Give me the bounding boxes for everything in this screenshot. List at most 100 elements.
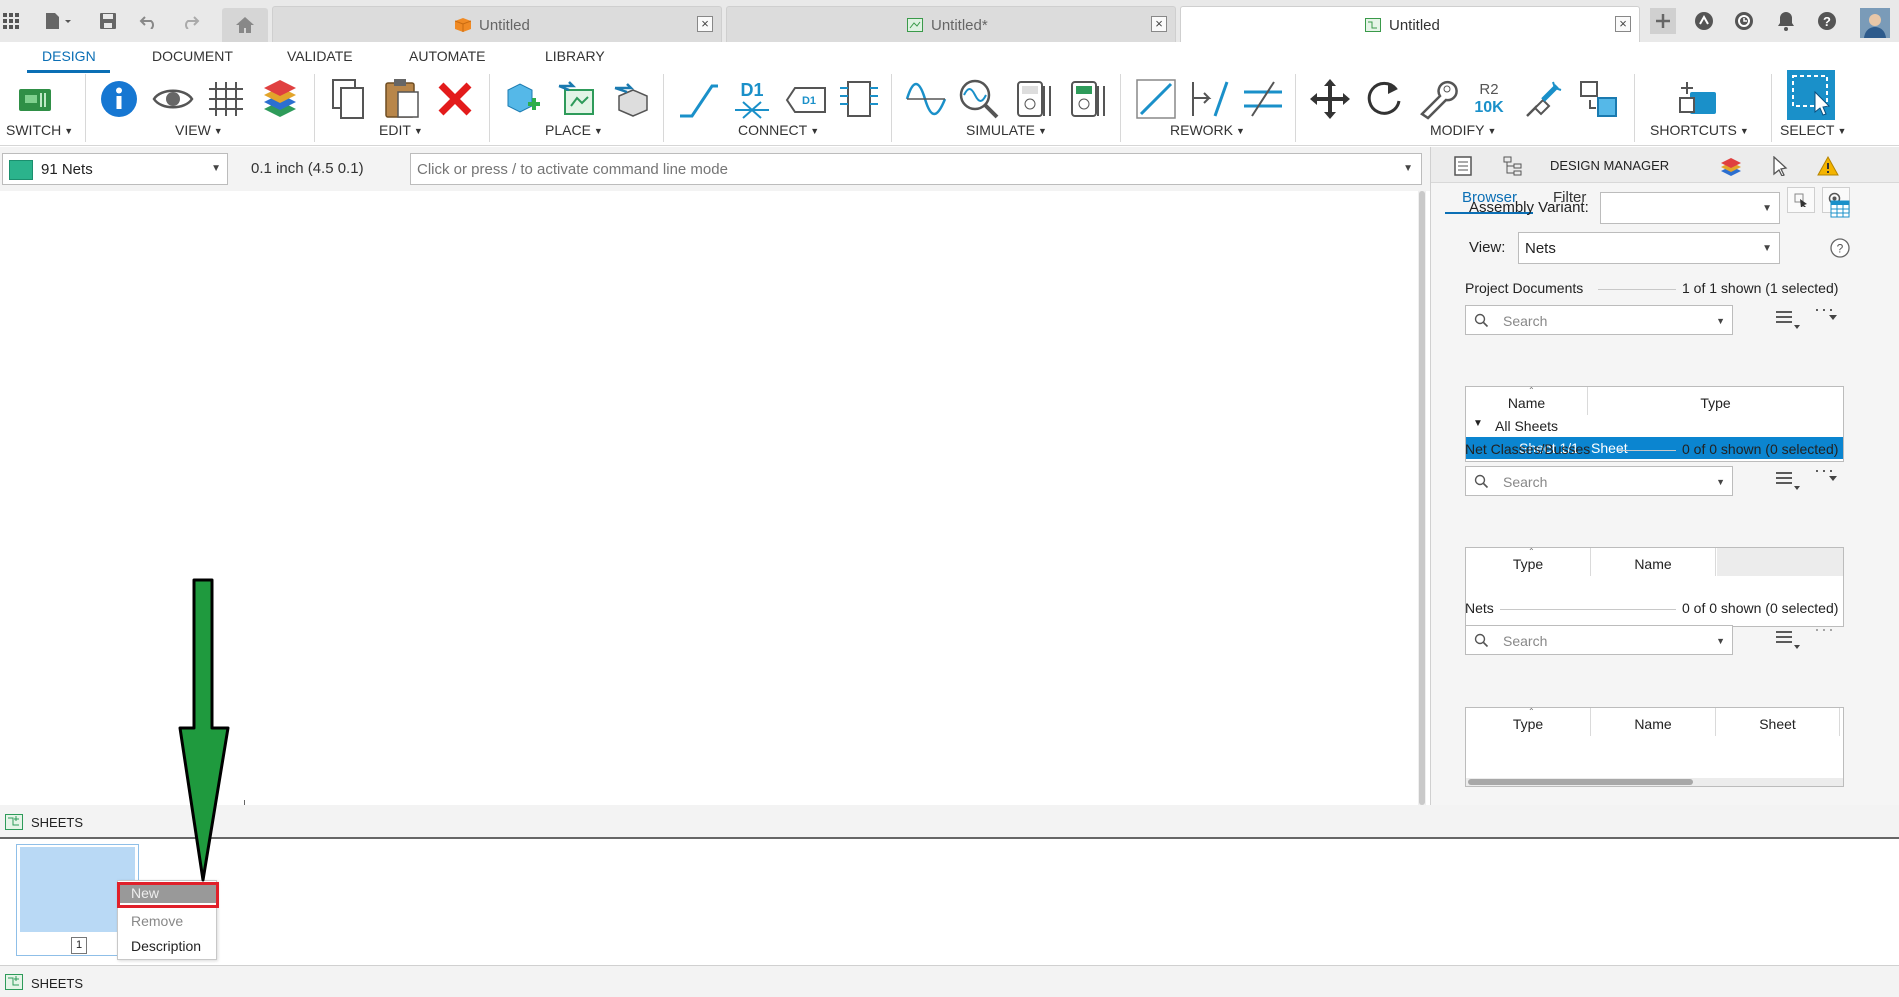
notifications-icon[interactable] xyxy=(1776,11,1796,31)
net-icon[interactable] xyxy=(676,76,722,122)
grid-icon[interactable] xyxy=(203,76,249,122)
tree-row-all-sheets[interactable]: ▼ All Sheets xyxy=(1466,415,1843,437)
properties-icon[interactable] xyxy=(1452,155,1474,177)
help-circle-icon[interactable]: ? xyxy=(1829,237,1851,259)
ribbon-group-simulate[interactable]: SIMULATE ▼ xyxy=(966,122,1047,138)
help-icon[interactable]: ? xyxy=(1817,11,1837,31)
assembly-variant-dropdown[interactable]: ▼ xyxy=(1600,192,1780,224)
list-options-icon[interactable] xyxy=(1775,470,1801,492)
command-line-input[interactable] xyxy=(417,159,1377,179)
multimeter-icon[interactable] xyxy=(1064,76,1110,122)
ribbon-group-view[interactable]: VIEW ▼ xyxy=(175,122,223,138)
chevron-down-icon[interactable]: ▼ xyxy=(1716,477,1725,487)
view-dropdown[interactable]: Nets ▼ xyxy=(1518,232,1780,264)
warning-icon[interactable] xyxy=(1817,155,1839,177)
list-options-icon[interactable] xyxy=(1775,629,1801,651)
ribbon-group-connect[interactable]: CONNECT ▼ xyxy=(738,122,819,138)
close-tab-icon[interactable]: × xyxy=(697,16,713,32)
ribbon-group-modify[interactable]: MODIFY ▼ xyxy=(1430,122,1496,138)
rotate-icon[interactable] xyxy=(1361,76,1407,122)
tree-view-icon[interactable] xyxy=(1502,155,1524,177)
select-icon[interactable] xyxy=(1787,70,1835,120)
ribbon-group-shortcuts[interactable]: SHORTCUTS ▼ xyxy=(1650,122,1749,138)
close-tab-icon[interactable]: × xyxy=(1615,16,1631,32)
avatar[interactable] xyxy=(1860,8,1890,38)
shortcuts-icon[interactable] xyxy=(1674,76,1720,122)
ribbon-group-edit[interactable]: EDIT ▼ xyxy=(379,122,423,138)
ribbon-group-switch[interactable]: SWITCH ▼ xyxy=(6,122,73,138)
save-icon[interactable] xyxy=(97,10,119,32)
layer-settings-icon[interactable] xyxy=(257,76,303,122)
document-tab-3[interactable]: Untitled × xyxy=(1180,6,1640,42)
ribbon-group-rework[interactable]: REWORK ▼ xyxy=(1170,122,1245,138)
scrollbar-thumb[interactable] xyxy=(1419,191,1425,805)
ribbon-tab-document[interactable]: DOCUMENT xyxy=(152,48,233,64)
ripup-icon[interactable] xyxy=(1240,76,1286,122)
menu-item-remove[interactable]: Remove xyxy=(131,913,183,929)
command-line[interactable]: ▼ xyxy=(410,153,1422,185)
split-icon[interactable] xyxy=(1133,76,1179,122)
place-component-icon[interactable] xyxy=(500,76,546,122)
chevron-down-icon[interactable]: ▼ xyxy=(1716,316,1725,326)
redo-icon[interactable] xyxy=(179,10,201,32)
table-horizontal-scrollbar[interactable] xyxy=(1466,778,1843,786)
ribbon-tab-library[interactable]: LIBRARY xyxy=(545,48,605,64)
bottom-sheets-label[interactable]: SHEETS xyxy=(31,976,83,991)
place-schematic-block-icon[interactable] xyxy=(555,76,601,122)
file-menu-icon[interactable] xyxy=(42,10,76,32)
list-options-icon[interactable] xyxy=(1775,309,1801,331)
net-selector-dropdown[interactable]: 91 Nets ▼ xyxy=(2,153,228,185)
net-label-icon[interactable]: D1 xyxy=(783,76,829,122)
menu-item-description[interactable]: Description xyxy=(131,938,201,954)
column-header-name[interactable]: Name xyxy=(1466,387,1588,415)
miter-icon[interactable] xyxy=(1187,76,1233,122)
ribbon-tab-validate[interactable]: VALIDATE xyxy=(287,48,353,64)
replace-icon[interactable] xyxy=(1576,76,1622,122)
chevron-down-icon[interactable] xyxy=(1828,474,1838,482)
place-3d-package-icon[interactable] xyxy=(609,76,655,122)
selection-filter-icon[interactable] xyxy=(1769,155,1791,177)
net-classes-search[interactable]: Search ▼ xyxy=(1465,466,1733,496)
value-icon[interactable]: R2 10K xyxy=(1467,76,1513,122)
column-header-type[interactable]: Type xyxy=(1466,708,1591,736)
undo-icon[interactable] xyxy=(138,10,160,32)
project-documents-search[interactable]: Search ▼ xyxy=(1465,305,1733,335)
app-grid-icon[interactable] xyxy=(0,10,22,32)
change-wrench-icon[interactable] xyxy=(1414,76,1460,122)
chevron-down-icon[interactable] xyxy=(1828,313,1838,321)
scrollbar-thumb[interactable] xyxy=(1468,779,1693,785)
document-tab-1[interactable]: Untitled × xyxy=(272,6,722,42)
column-header-name[interactable]: Name xyxy=(1591,708,1716,736)
expand-triangle-icon[interactable]: ▼ xyxy=(1473,418,1483,429)
move-icon[interactable] xyxy=(1307,76,1353,122)
column-header-type[interactable]: Type xyxy=(1588,387,1843,415)
show-eye-icon[interactable] xyxy=(150,76,196,122)
probe-icon[interactable] xyxy=(956,76,1002,122)
extensions-icon[interactable] xyxy=(1694,11,1714,31)
voltmeter-icon[interactable] xyxy=(1010,76,1056,122)
name-label-icon[interactable]: D1 xyxy=(729,76,775,122)
more-options-icon[interactable]: ··· xyxy=(1814,619,1835,640)
ribbon-group-select[interactable]: SELECT ▼ xyxy=(1780,122,1846,138)
variant-table-icon[interactable] xyxy=(1829,198,1851,220)
signal-source-icon[interactable] xyxy=(903,76,949,122)
home-tab[interactable] xyxy=(222,8,268,42)
select-cursor-button[interactable] xyxy=(1787,187,1815,213)
info-icon[interactable] xyxy=(96,76,142,122)
canvas-scrollbar[interactable] xyxy=(1418,191,1426,805)
column-header-sheet[interactable]: Sheet xyxy=(1716,708,1840,736)
ribbon-tab-design[interactable]: DESIGN xyxy=(42,48,96,64)
layers-icon[interactable] xyxy=(1720,155,1742,177)
ribbon-tab-automate[interactable]: AUTOMATE xyxy=(409,48,486,64)
chevron-down-icon[interactable]: ▼ xyxy=(1716,636,1725,646)
swap-pin-icon[interactable] xyxy=(1521,76,1567,122)
close-tab-icon[interactable]: × xyxy=(1151,16,1167,32)
port-icon[interactable] xyxy=(836,76,882,122)
column-header-name[interactable]: Name xyxy=(1591,548,1716,576)
nets-search[interactable]: Search ▼ xyxy=(1465,625,1733,655)
copy-icon[interactable] xyxy=(325,76,371,122)
new-tab-icon[interactable] xyxy=(1650,8,1676,34)
document-tab-2[interactable]: Untitled* × xyxy=(726,6,1176,42)
ribbon-group-place[interactable]: PLACE ▼ xyxy=(545,122,603,138)
switch-to-board-icon[interactable] xyxy=(12,76,58,122)
